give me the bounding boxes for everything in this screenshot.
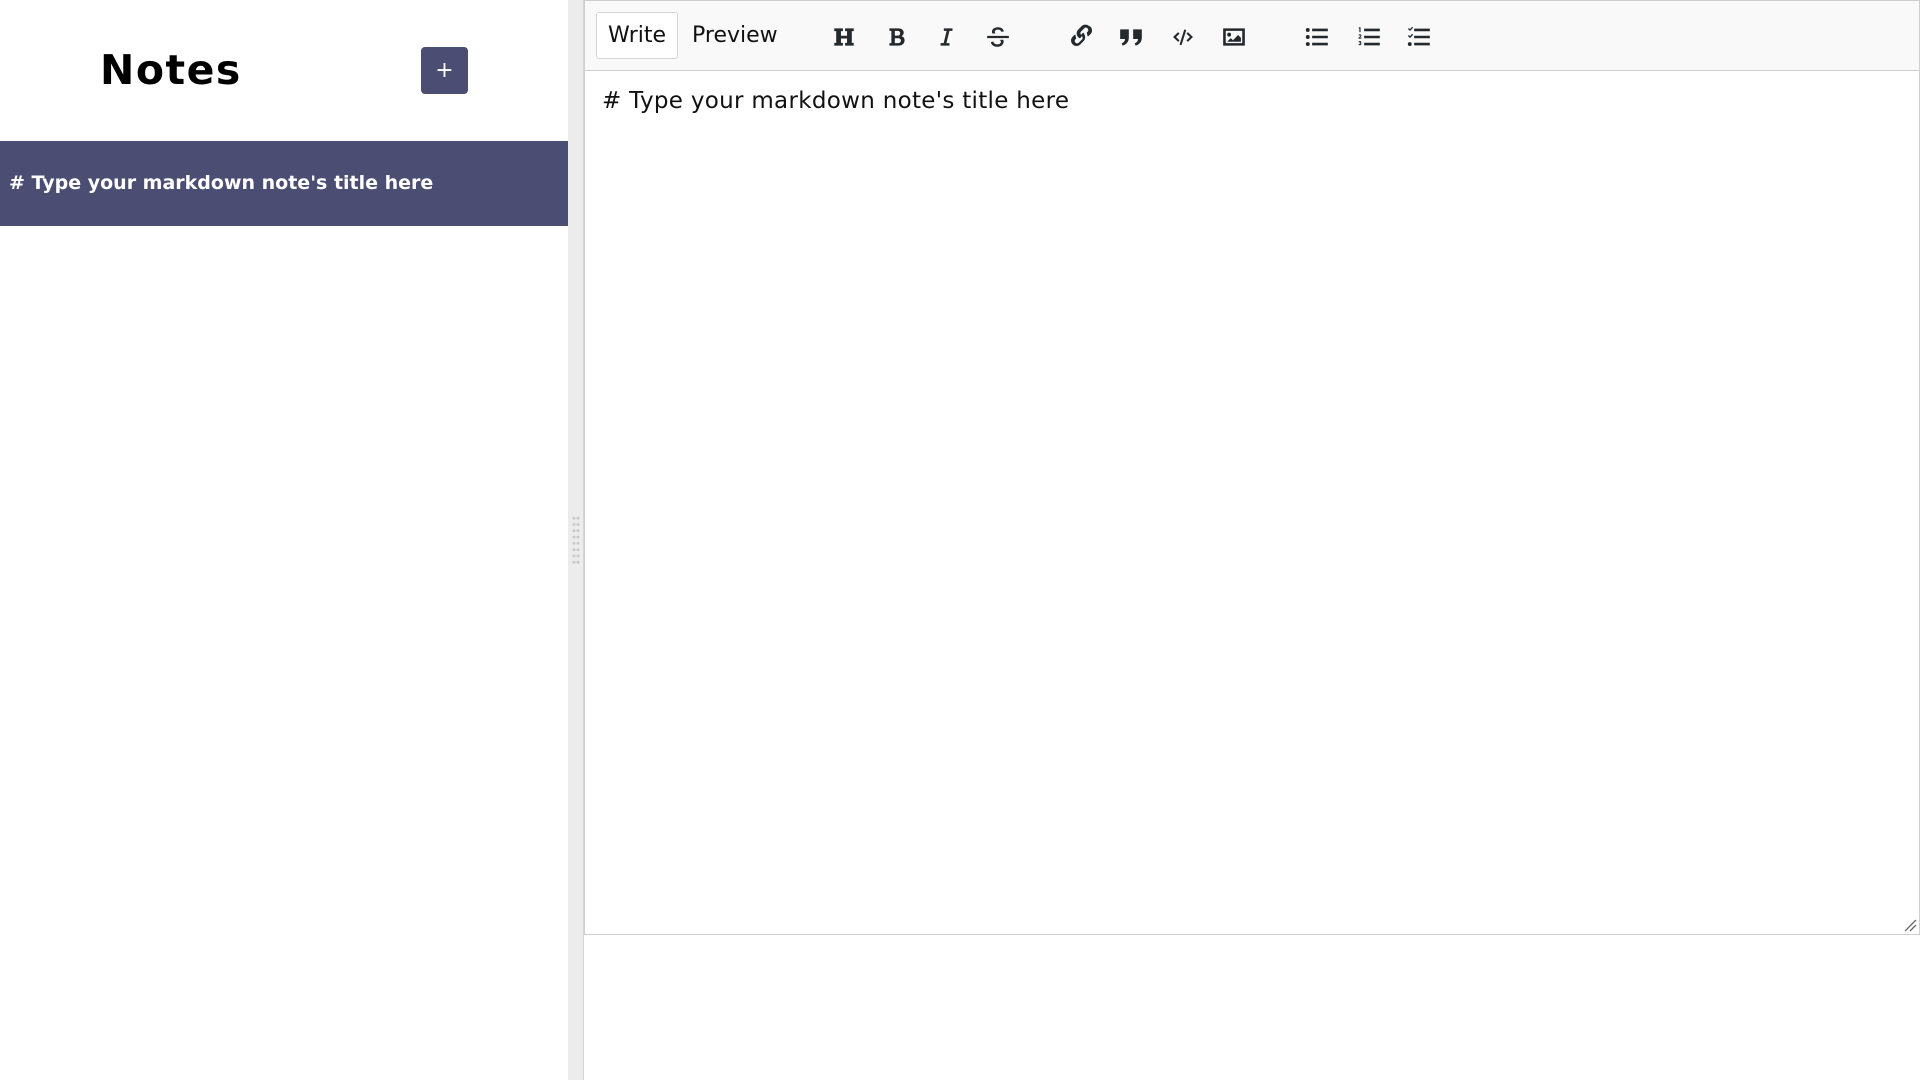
- header-button[interactable]: [827, 20, 861, 54]
- note-list-item[interactable]: # Type your markdown note's title here: [0, 141, 568, 226]
- drag-handle-icon[interactable]: [572, 515, 580, 565]
- strikethrough-button[interactable]: [981, 20, 1015, 54]
- checked-list-icon: [1407, 26, 1430, 46]
- link-icon: [1071, 24, 1093, 46]
- code-icon: [1173, 29, 1193, 46]
- header-icon: [834, 28, 854, 46]
- split-pane-divider[interactable]: [568, 0, 584, 1080]
- link-button[interactable]: [1063, 20, 1097, 54]
- sidebar-header: Notes +: [0, 0, 568, 141]
- image-icon: [1223, 28, 1245, 46]
- editor-toolbar: Write Preview: [585, 1, 1919, 71]
- ordered-list-button[interactable]: [1352, 20, 1386, 54]
- italic-button[interactable]: [929, 20, 963, 54]
- strikethrough-icon: [987, 27, 1009, 47]
- bold-icon: [889, 28, 905, 46]
- tab-preview[interactable]: Preview: [681, 12, 789, 59]
- italic-icon: [940, 28, 953, 46]
- quote-button[interactable]: [1114, 20, 1148, 54]
- note-list: # Type your markdown note's title here: [0, 141, 568, 226]
- bold-button[interactable]: [880, 20, 914, 54]
- checked-list-button[interactable]: [1402, 20, 1436, 54]
- markdown-textarea[interactable]: [585, 71, 1919, 934]
- unordered-list-button[interactable]: [1300, 20, 1334, 54]
- sidebar-title: Notes: [100, 46, 242, 94]
- tab-write[interactable]: Write: [596, 12, 678, 59]
- add-note-button[interactable]: +: [421, 47, 468, 94]
- sidebar: Notes + # Type your markdown note's titl…: [0, 0, 568, 1080]
- resize-handle-icon[interactable]: [1903, 918, 1917, 932]
- unordered-list-icon: [1305, 28, 1328, 46]
- markdown-editor: Write Preview: [584, 0, 1920, 935]
- code-button[interactable]: [1166, 20, 1200, 54]
- quote-icon: [1120, 29, 1142, 46]
- ordered-list-icon: [1358, 27, 1380, 46]
- image-button[interactable]: [1217, 20, 1251, 54]
